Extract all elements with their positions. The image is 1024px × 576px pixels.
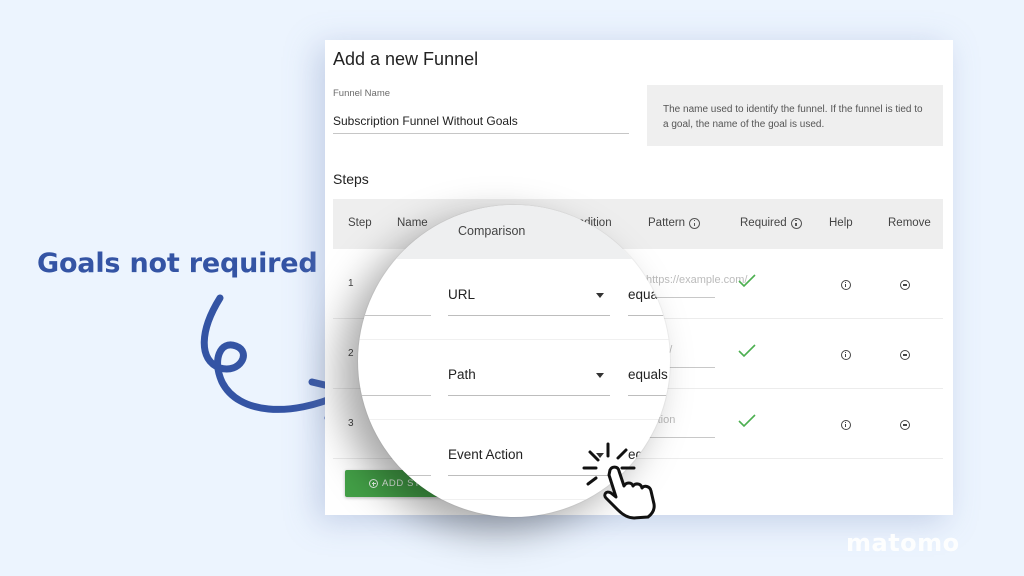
help-info-icon[interactable] xyxy=(841,420,851,430)
remove-step-icon[interactable] xyxy=(900,280,910,290)
step-number: 2 xyxy=(348,348,354,359)
help-info-icon[interactable] xyxy=(841,280,851,290)
annotation-title: Goals not required xyxy=(37,248,318,279)
header-comparison: Comparison xyxy=(458,224,526,238)
step-number: 3 xyxy=(348,418,354,429)
pattern-info-icon[interactable] xyxy=(689,217,701,229)
condition-select-line xyxy=(628,315,670,316)
header-required: Required xyxy=(740,217,802,229)
steps-heading: Steps xyxy=(333,171,369,187)
promo-stage: Goals not required Add a new Funnel Funn… xyxy=(0,0,1024,576)
page-title: Add a new Funnel xyxy=(333,49,479,69)
magnified-header: Comparison xyxy=(358,205,670,259)
condition-select-value[interactable]: equals xyxy=(628,367,668,382)
required-check-icon[interactable] xyxy=(737,343,757,359)
dropdown-caret-icon[interactable] xyxy=(596,293,604,298)
remove-step-icon[interactable] xyxy=(900,350,910,360)
comparison-select-line xyxy=(448,315,610,316)
step-number: 1 xyxy=(348,278,354,289)
funnel-name-input[interactable] xyxy=(333,106,629,134)
comparison-select-value[interactable]: Path xyxy=(448,367,476,382)
step-name-input-line[interactable] xyxy=(358,475,431,476)
pattern-placeholder[interactable]: https://example.com/ xyxy=(646,274,748,286)
header-required-label: Required xyxy=(740,217,787,229)
step-name-input-line[interactable] xyxy=(358,315,431,316)
click-hand-icon xyxy=(582,442,656,520)
funnel-name-help: The name used to identify the funnel. If… xyxy=(647,85,943,146)
remove-step-icon[interactable] xyxy=(900,420,910,430)
row-divider xyxy=(358,339,670,340)
required-info-icon[interactable] xyxy=(790,217,802,229)
comparison-select-line xyxy=(448,395,610,396)
dropdown-caret-icon[interactable] xyxy=(596,373,604,378)
step-name-input-line[interactable] xyxy=(358,395,431,396)
add-circle-icon xyxy=(369,479,378,488)
help-info-icon[interactable] xyxy=(841,350,851,360)
header-help: Help xyxy=(829,217,853,229)
required-check-icon[interactable] xyxy=(737,413,757,429)
comparison-select-value[interactable]: Event Action xyxy=(448,447,523,462)
row-divider xyxy=(358,419,670,420)
required-check-icon[interactable] xyxy=(737,273,757,289)
comparison-select-value[interactable]: URL xyxy=(448,287,475,302)
condition-select-line xyxy=(628,395,670,396)
matomo-logo: matomo xyxy=(846,529,960,557)
condition-select-value[interactable]: equals xyxy=(628,287,668,302)
header-remove: Remove xyxy=(888,217,931,229)
funnel-name-label: Funnel Name xyxy=(333,88,391,99)
